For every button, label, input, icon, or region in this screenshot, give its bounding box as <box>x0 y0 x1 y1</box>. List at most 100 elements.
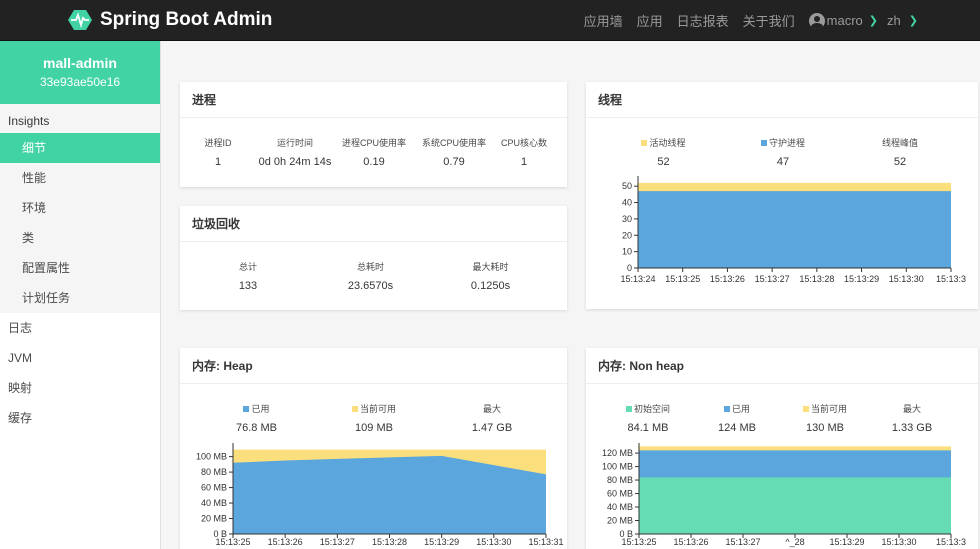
stat-gc-total-time: 总耗时 23.6570s <box>308 260 433 292</box>
y-tick-label: 80 MB <box>607 475 633 485</box>
sidebar-item-caches[interactable]: 缓存 <box>0 403 160 433</box>
stat-nonheap-max: 最大 1.33 GB <box>869 402 955 434</box>
sidebar: mall-admin 33e93ae50e16 Insights 细节 性能 环… <box>0 41 161 549</box>
legend-label: 守护进程 <box>768 138 805 148</box>
legend-blue-icon <box>760 140 767 146</box>
stat-nonheap-committed: 当前可用 130 MB <box>781 402 869 434</box>
x-tick-label: 15:13:31 <box>528 537 563 547</box>
legend-yellow-icon <box>802 406 809 412</box>
stat-label: 最大耗时 <box>472 262 509 272</box>
stat-value: 0d 0h 24m 14s <box>258 156 332 168</box>
nav-journal[interactable]: 日志报表 <box>677 11 729 30</box>
x-tick-label: 15:13:24 <box>620 274 655 284</box>
sidebar-item-mappings[interactable]: 映射 <box>0 373 160 403</box>
x-tick-label: 15:13:3 <box>936 274 966 284</box>
stat-label: 已用 <box>693 402 781 415</box>
stat-label: 总计 <box>238 262 257 272</box>
y-tick-label: 60 MB <box>607 489 633 499</box>
y-tick-label: 100 MB <box>196 452 227 462</box>
sidebar-item-beans[interactable]: 类 <box>0 223 160 253</box>
sidebar-item-scheduled-tasks[interactable]: 计划任务 <box>0 283 160 313</box>
stat-label: 守护进程 <box>741 136 825 149</box>
stat-label: CPU核心数 <box>500 138 547 148</box>
nav-about[interactable]: 关于我们 <box>743 11 795 30</box>
x-tick-label: 15:13:30 <box>889 274 924 284</box>
y-tick-label: 40 MB <box>201 498 227 508</box>
stat-label: 进程CPU使用率 <box>341 138 406 148</box>
series-area-0 <box>233 455 546 534</box>
sidebar-item-jvm[interactable]: JVM <box>0 343 160 373</box>
heartbeat-logo-icon <box>68 10 92 30</box>
stat-value: 47 <box>776 156 790 168</box>
y-tick-label: 20 MB <box>201 514 227 524</box>
stat-value: 52 <box>893 156 907 168</box>
y-tick-label: 20 <box>622 230 632 240</box>
nonheap-stats: 初始空间 84.1 MB 已用 124 MB 当前可用 130 MB 最大 1.… <box>586 384 978 434</box>
legend-label: 活动线程 <box>649 138 686 148</box>
threads-title: 线程 <box>586 82 978 118</box>
y-tick-label: 30 <box>622 214 632 224</box>
stat-label: 最大 <box>902 404 921 414</box>
process-stats: 进程ID 1 运行时间 0d 0h 24m 14s 进程CPU使用率 0.19 … <box>180 118 567 168</box>
stat-value: 124 MB <box>718 422 756 434</box>
stat-gc-count: 总计 133 <box>188 260 308 292</box>
y-tick-label: 40 <box>622 198 632 208</box>
x-tick-label: 15:13:26 <box>673 537 708 547</box>
sidebar-item-logging[interactable]: 日志 <box>0 313 160 343</box>
stat-gc-max-time: 最大耗时 0.1250s <box>433 260 548 292</box>
gc-title: 垃圾回收 <box>180 206 567 242</box>
user-name: macro <box>826 13 863 28</box>
nonheap-card: 内存: Non heap 初始空间 84.1 MB 已用 124 MB 当前可用… <box>586 348 978 549</box>
stat-label: 最大 <box>482 404 501 414</box>
brand[interactable]: Spring Boot Admin <box>68 8 272 32</box>
sidebar-item-details[interactable]: 细节 <box>0 133 160 163</box>
nav-wallboard[interactable]: 应用墙 <box>584 11 623 30</box>
brand-title: Spring Boot Admin <box>100 9 273 30</box>
heap-card: 内存: Heap 已用 76.8 MB 当前可用 109 MB 最大 1.47 … <box>180 348 567 549</box>
threads-stats: 活动线程 52 守护进程 47 线程峰值 52 <box>586 118 978 168</box>
legend-label: 当前可用 <box>359 404 396 414</box>
insights-title[interactable]: Insights <box>0 104 160 133</box>
user-menu[interactable]: macro ❯ <box>808 12 878 29</box>
series-area-0 <box>638 191 951 268</box>
x-tick-label: 15:13:3 <box>936 537 966 547</box>
process-card: 进程 进程ID 1 运行时间 0d 0h 24m 14s 进程CPU使用率 0.… <box>180 82 567 187</box>
stat-label: 线程峰值 <box>881 138 918 148</box>
stat-value: 1 <box>214 156 222 168</box>
nav-applications[interactable]: 应用 <box>637 11 663 30</box>
y-tick-label: 0 <box>627 263 632 273</box>
stat-value: 1 <box>520 156 528 168</box>
y-tick-label: 60 MB <box>201 483 227 493</box>
stat-daemon-threads: 守护进程 47 <box>741 136 825 168</box>
stat-label: 系统CPU使用率 <box>421 138 486 148</box>
stat-label: 活动线程 <box>586 136 741 149</box>
threads-card: 线程 活动线程 52 守护进程 47 线程峰值 52 0 10 20 30 40 50 15… <box>586 82 978 309</box>
y-tick-label: 100 MB <box>602 462 633 472</box>
process-title: 进程 <box>180 82 567 118</box>
sidebar-item-metrics[interactable]: 性能 <box>0 163 160 193</box>
x-tick-label: 15:13:25 <box>665 274 700 284</box>
stat-value: 76.8 MB <box>236 422 277 434</box>
stat-nonheap-init: 初始空间 84.1 MB <box>603 402 693 434</box>
user-circle-icon <box>808 12 825 29</box>
sidebar-item-environment[interactable]: 环境 <box>0 193 160 223</box>
stat-value: 0.19 <box>363 156 385 168</box>
sidebar-item-configprops[interactable]: 配置属性 <box>0 253 160 283</box>
x-tick-label: 15:13:29 <box>829 537 864 547</box>
stat-value: 52 <box>657 156 670 168</box>
top-nav: 应用墙 应用 日志报表 关于我们 macro ❯ <box>570 0 878 41</box>
x-tick-label: 15:13:27 <box>755 274 790 284</box>
app-header: mall-admin 33e93ae50e16 <box>0 41 160 104</box>
stat-value: 23.6570s <box>347 280 394 292</box>
y-tick-label: 40 MB <box>607 502 633 512</box>
stat-label: 初始空间 <box>603 402 693 415</box>
stat-live-threads: 活动线程 52 <box>586 136 741 168</box>
heap-stats: 已用 76.8 MB 当前可用 109 MB 最大 1.47 GB <box>180 384 567 434</box>
gc-card: 垃圾回收 总计 133 总耗时 23.6570s 最大耗时 0.1250s <box>180 206 567 310</box>
stat-uptime: 运行时间 0d 0h 24m 14s <box>256 136 334 168</box>
app-name: mall-admin <box>43 55 117 71</box>
stat-value: 1.47 GB <box>471 422 513 434</box>
language-menu[interactable]: zh ❯ <box>887 0 918 41</box>
y-tick-label: 10 <box>622 247 632 257</box>
legend-green-icon <box>625 406 632 412</box>
